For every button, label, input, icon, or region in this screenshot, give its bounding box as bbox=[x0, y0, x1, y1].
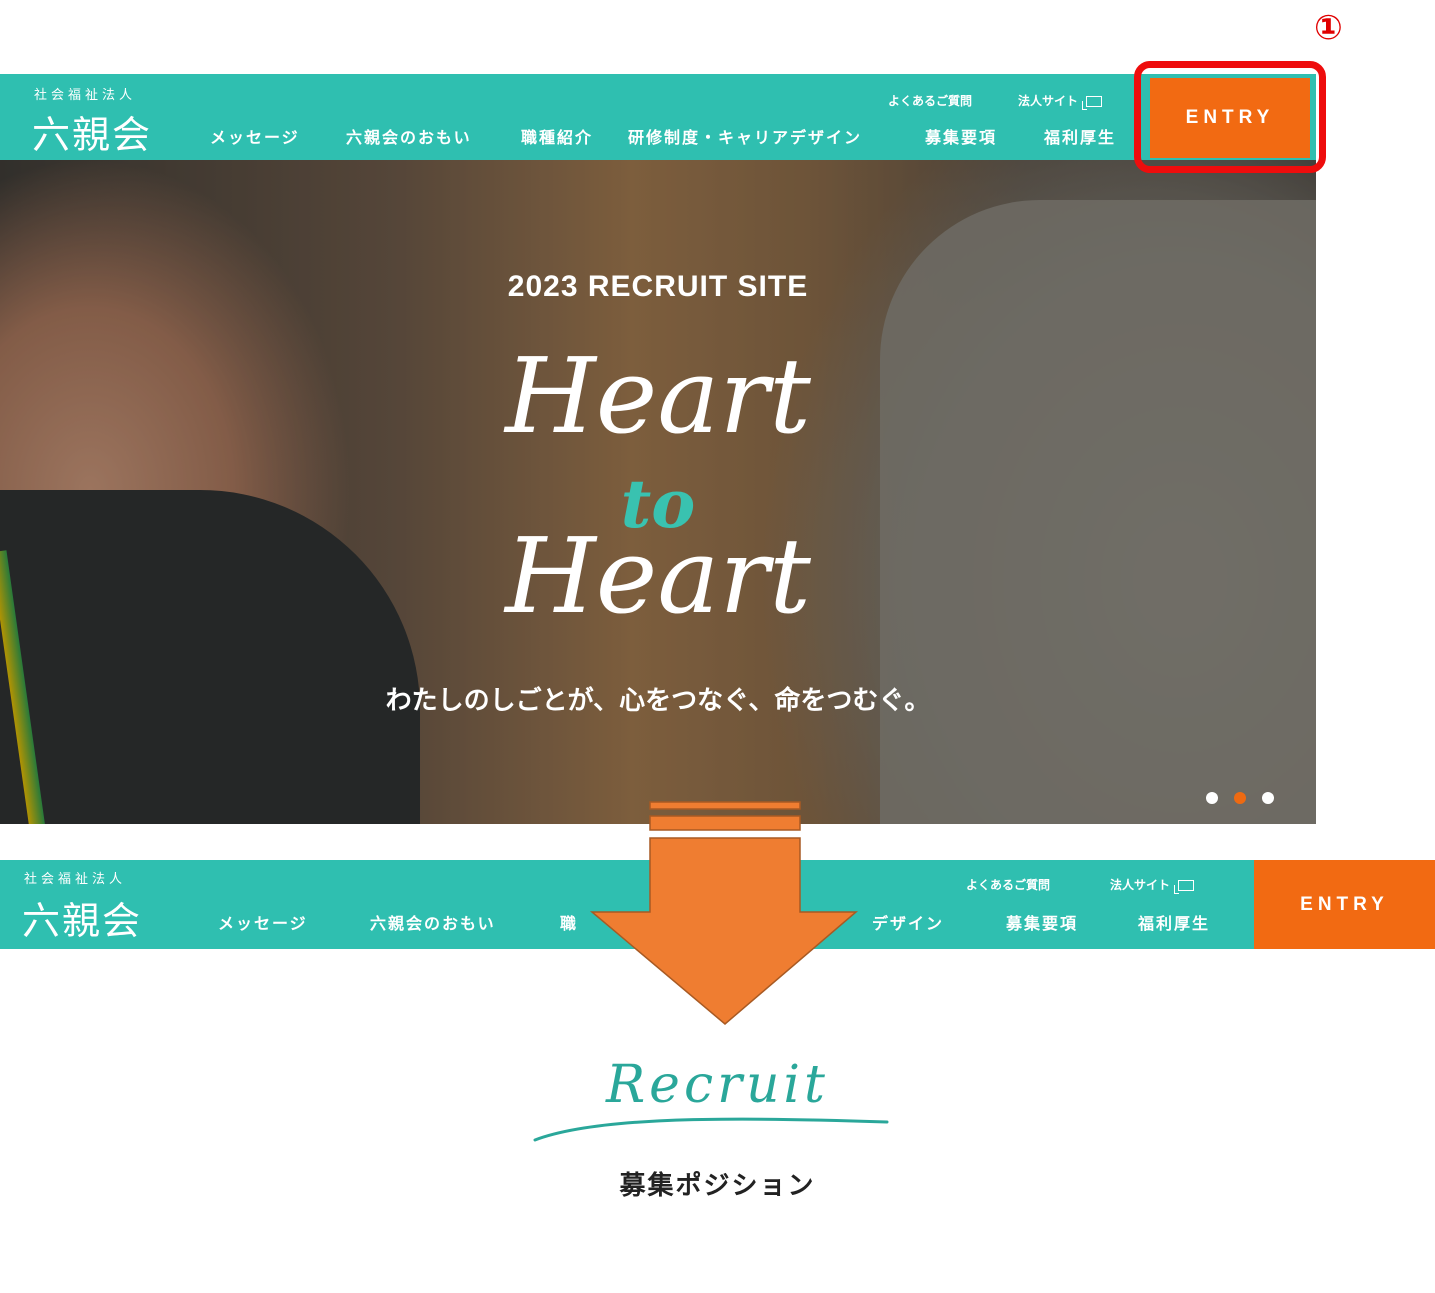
slider-dot-active[interactable] bbox=[1234, 792, 1246, 804]
faq-link[interactable]: よくあるご質問 bbox=[888, 92, 972, 109]
nav-philosophy[interactable]: 六親会のおもい bbox=[370, 910, 496, 934]
screenshot-top-page: 社会福祉法人 六親会 よくあるご質問 法人サイト メッセージ 六親会のおもい 職… bbox=[0, 74, 1316, 824]
nav-message[interactable]: メッセージ bbox=[218, 910, 308, 934]
slider-dot[interactable] bbox=[1262, 792, 1274, 804]
transition-arrow-icon bbox=[589, 801, 858, 1025]
site-header: 社会福祉法人 六親会 よくあるご質問 法人サイト メッセージ 六親会のおもい 職… bbox=[0, 74, 1316, 160]
entry-highlight-box bbox=[1134, 61, 1326, 173]
nav-job-types[interactable]: 職種紹介 bbox=[521, 124, 593, 148]
corp-site-label: 法人サイト bbox=[1018, 94, 1079, 108]
nav-requirements[interactable]: 募集要項 bbox=[1006, 910, 1078, 934]
slider-dot[interactable] bbox=[1206, 792, 1218, 804]
logo-subtitle: 社会福祉法人 bbox=[34, 88, 137, 103]
site-logo[interactable]: 六親会 bbox=[32, 104, 152, 159]
nav-training-career[interactable]: 研修制度・キャリアデザイン bbox=[628, 124, 862, 148]
nav-benefits[interactable]: 福利厚生 bbox=[1138, 910, 1210, 934]
hero-heading-heart: Heart bbox=[505, 335, 811, 457]
recruit-subtitle: 募集ポジション bbox=[619, 1171, 816, 1201]
external-window-icon bbox=[1174, 880, 1195, 894]
corp-site-link[interactable]: 法人サイト bbox=[1018, 92, 1103, 110]
nav-training-career[interactable]: デザイン bbox=[872, 910, 944, 934]
slider-pagination bbox=[1206, 792, 1274, 804]
hero-tagline: わたしのしごとが、心をつなぐ、命をつむぐ。 bbox=[385, 686, 931, 716]
faq-link[interactable]: よくあるご質問 bbox=[966, 876, 1050, 893]
corp-site-link[interactable]: 法人サイト bbox=[1110, 876, 1195, 894]
entry-button[interactable]: ENTRY bbox=[1254, 860, 1435, 949]
nav-job-types[interactable]: 職 bbox=[560, 910, 578, 934]
nav-benefits[interactable]: 福利厚生 bbox=[1044, 124, 1116, 148]
corp-site-label: 法人サイト bbox=[1110, 878, 1171, 892]
step-number-callout: ① bbox=[1314, 8, 1343, 48]
site-logo[interactable]: 六親会 bbox=[22, 890, 142, 945]
nav-message[interactable]: メッセージ bbox=[210, 124, 300, 148]
recruit-underline bbox=[533, 1117, 889, 1142]
hero-subtitle: 2023 RECRUIT SITE bbox=[507, 270, 809, 303]
logo-subtitle: 社会福祉法人 bbox=[24, 872, 127, 887]
hero-heading-heart-2: Heart bbox=[505, 515, 811, 637]
nav-requirements[interactable]: 募集要項 bbox=[925, 124, 997, 148]
nav-philosophy[interactable]: 六親会のおもい bbox=[346, 124, 472, 148]
hero-slider: 2023 RECRUIT SITE Heart to Heart わたしのしごと… bbox=[0, 160, 1316, 824]
recruit-heading: Recruit bbox=[606, 1055, 829, 1115]
external-window-icon bbox=[1082, 96, 1103, 110]
